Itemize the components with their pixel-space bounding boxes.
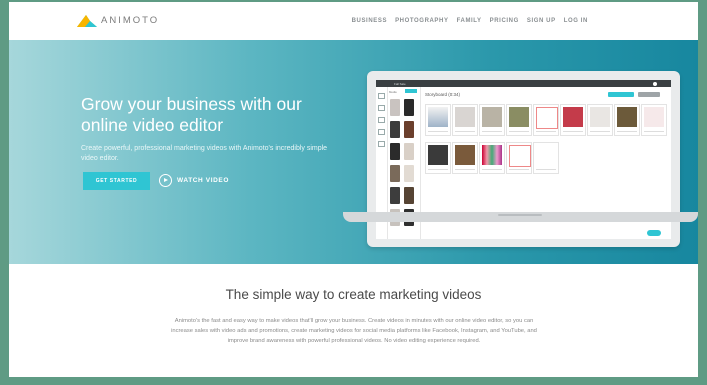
nav-family[interactable]: FAMILY [457, 18, 482, 24]
storyboard-block [506, 142, 532, 174]
media-thumb [404, 187, 414, 204]
upload-button [405, 89, 417, 93]
storyboard-block [506, 104, 532, 136]
storyboard-block [425, 142, 451, 174]
storyboard-block [533, 142, 559, 174]
nav-log-in[interactable]: LOG IN [564, 18, 588, 24]
storyboard-block [587, 104, 613, 136]
laptop-base [343, 212, 698, 222]
section-body: Animoto's the fast and easy way to make … [171, 318, 537, 344]
nav-photography[interactable]: PHOTOGRAPHY [395, 18, 449, 24]
media-icon [378, 93, 385, 99]
settings-icon [378, 141, 385, 147]
media-thumb [404, 99, 414, 116]
animoto-logo-icon [77, 15, 97, 27]
help-chat-button [647, 230, 661, 236]
media-thumb [390, 99, 400, 116]
section-title: The simple way to create marketing video… [225, 287, 482, 302]
watch-video-button[interactable]: WATCH VIDEO [159, 174, 229, 187]
nav-sign-up[interactable]: SIGN UP [527, 18, 556, 24]
editor-window-title: Fall Sale [394, 81, 406, 86]
storyboard-block [452, 104, 478, 136]
hero: Grow your business with our online video… [9, 40, 698, 264]
storyboard-block [425, 104, 451, 136]
watch-video-label: WATCH VIDEO [177, 177, 229, 184]
storyboard-block [533, 104, 559, 136]
media-thumb [404, 165, 414, 182]
media-thumb [390, 121, 400, 138]
storyboard-block [479, 104, 505, 136]
media-thumb [390, 187, 400, 204]
music-icon [378, 117, 385, 123]
logo[interactable]: ANIMOTO [77, 13, 159, 27]
storyboard-title: Storyboard (0:34) [425, 92, 461, 97]
storyboard-block [479, 142, 505, 174]
logo-text: ANIMOTO [101, 14, 160, 26]
storyboard-block [452, 142, 478, 174]
media-thumb [404, 121, 414, 138]
play-circle-icon [159, 174, 172, 187]
main-menu: BUSINESS PHOTOGRAPHY FAMILY PRICING SIGN… [352, 18, 588, 24]
nav-business[interactable]: BUSINESS [352, 18, 387, 24]
avatar [653, 81, 657, 86]
editor-topbar: Fall Sale [376, 80, 671, 87]
page-frame: ANIMOTO BUSINESS PHOTOGRAPHY FAMILY PRIC… [9, 2, 698, 377]
storyboard-block [614, 104, 640, 136]
media-panel-tab: Media [389, 90, 397, 94]
get-started-button[interactable]: GET STARTED [83, 172, 150, 190]
text-icon [378, 105, 385, 111]
preview-button [608, 92, 634, 97]
media-thumb [404, 143, 414, 160]
top-nav: ANIMOTO BUSINESS PHOTOGRAPHY FAMILY PRIC… [9, 2, 698, 40]
design-icon [378, 129, 385, 135]
nav-pricing[interactable]: PRICING [490, 18, 519, 24]
storyboard-block [560, 104, 586, 136]
media-thumb [390, 143, 400, 160]
produce-button [638, 92, 660, 97]
hero-subtitle: Create powerful, professional marketing … [81, 145, 328, 162]
storyboard-block [641, 104, 667, 136]
hero-title: Grow your business with our online video… [81, 94, 302, 135]
media-thumb [390, 165, 400, 182]
